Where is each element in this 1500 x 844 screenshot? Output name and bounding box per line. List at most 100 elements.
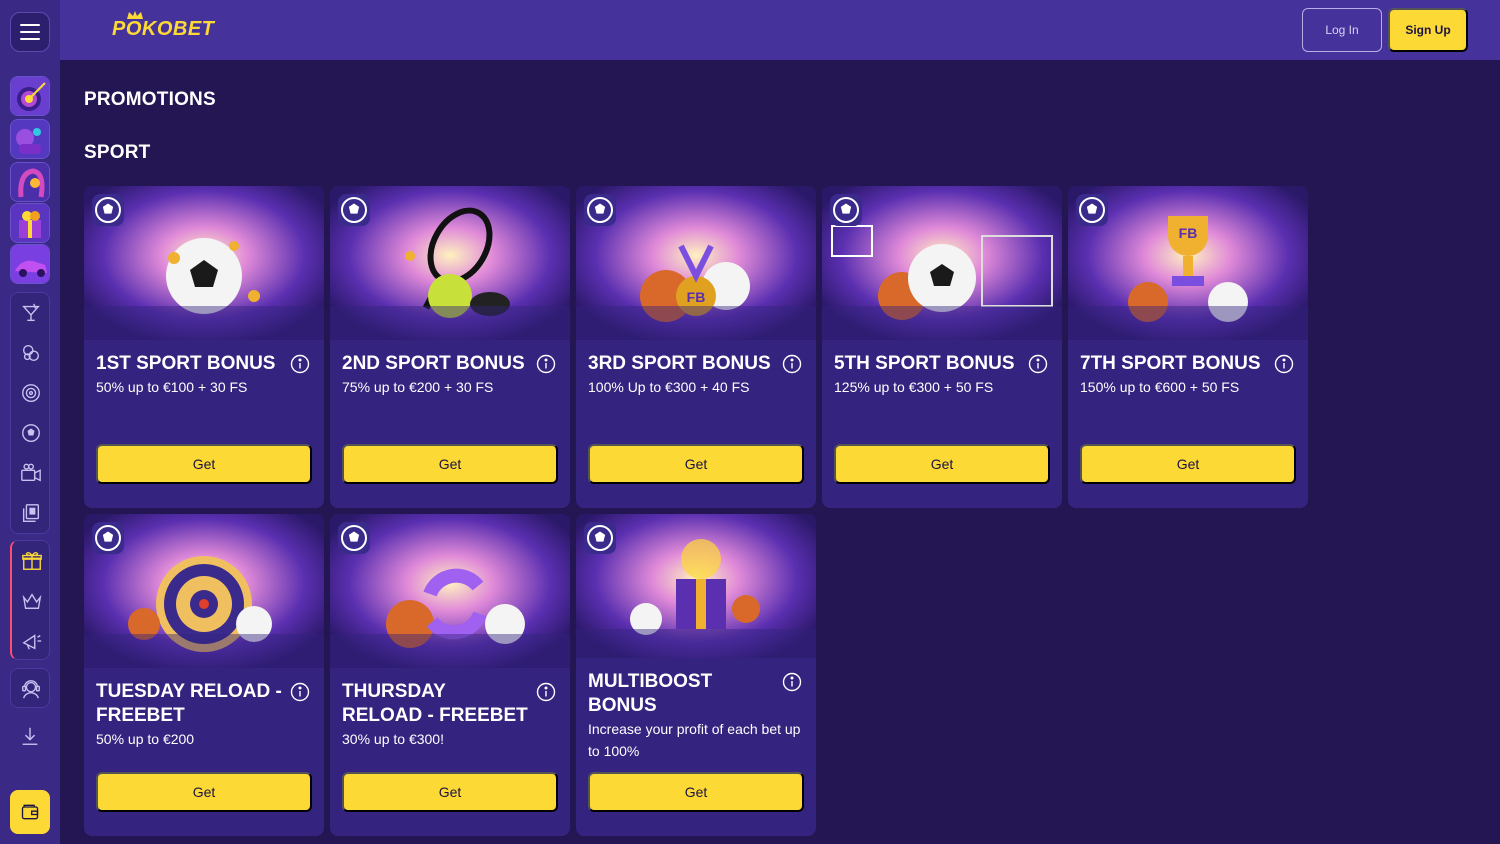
promo-card-body: 2ND SPORT BONUS 75% up to €200 + 30 FS G… bbox=[330, 340, 570, 508]
promo-card: FB 3RD SPORT BONUS 100% Up to €300 + 40 … bbox=[576, 186, 816, 508]
signup-button[interactable]: Sign Up bbox=[1388, 8, 1468, 52]
promo-card-image bbox=[84, 186, 324, 340]
get-button[interactable]: Get bbox=[588, 772, 804, 812]
section-title: SPORT bbox=[84, 142, 151, 163]
target-game-icon[interactable] bbox=[10, 76, 50, 116]
promo-card: 2ND SPORT BONUS 75% up to €200 + 30 FS G… bbox=[330, 186, 570, 508]
promo-card-image bbox=[576, 514, 816, 658]
get-button[interactable]: Get bbox=[834, 444, 1050, 484]
promo-subtitle: 75% up to €200 + 30 FS bbox=[342, 379, 494, 395]
promo-card-body: TUESDAY RELOAD - FREEBET 50% up to €200 … bbox=[84, 668, 324, 836]
svg-text:FB: FB bbox=[687, 289, 706, 305]
promo-card-image: FB bbox=[576, 186, 816, 340]
live-tv-icon[interactable] bbox=[11, 453, 51, 493]
roulette-icon[interactable] bbox=[11, 373, 51, 413]
top-header: POKOBET Log In Sign Up bbox=[60, 0, 1500, 60]
promo-card-body: 3RD SPORT BONUS 100% Up to €300 + 40 FS … bbox=[576, 340, 816, 508]
promo-title: TUESDAY RELOAD - FREEBET bbox=[96, 681, 282, 726]
promo-card-image bbox=[822, 186, 1062, 340]
promo-subtitle: 100% Up to €300 + 40 FS bbox=[588, 379, 750, 395]
menu-line bbox=[20, 38, 40, 40]
joystick-game-icon[interactable] bbox=[10, 119, 50, 159]
promo-card-image bbox=[330, 514, 570, 668]
promo-title: MULTIBOOST BONUS bbox=[588, 671, 713, 716]
promo-subtitle: 50% up to €200 bbox=[96, 731, 195, 747]
get-button[interactable]: Get bbox=[588, 444, 804, 484]
info-icon[interactable] bbox=[290, 682, 310, 702]
login-button[interactable]: Log In bbox=[1302, 8, 1382, 52]
promo-title: 2ND SPORT BONUS bbox=[342, 353, 525, 374]
soccer-ball-icon bbox=[830, 194, 862, 226]
nav-group-promo bbox=[10, 540, 50, 660]
promo-card: 1ST SPORT BONUS 50% up to €100 + 30 FS G… bbox=[84, 186, 324, 508]
soccer-ball-icon bbox=[338, 194, 370, 226]
promo-subtitle: 30% up to €300! bbox=[342, 731, 444, 747]
promo-card-body: THURSDAY RELOAD - FREEBET 30% up to €300… bbox=[330, 668, 570, 836]
get-button[interactable]: Get bbox=[342, 444, 558, 484]
soccer-ball-icon bbox=[584, 522, 616, 554]
crown-logo-icon bbox=[127, 11, 143, 19]
promo-subtitle: Increase your profit of each bet up to 1… bbox=[588, 721, 801, 759]
get-button[interactable]: Get bbox=[1080, 444, 1296, 484]
sidebar bbox=[0, 0, 60, 844]
nav-group-main bbox=[10, 292, 50, 534]
soccer-ball-icon bbox=[584, 194, 616, 226]
wallet-icon bbox=[21, 804, 39, 820]
promo-card-image: FB bbox=[1068, 186, 1308, 340]
gift-box-game-icon[interactable] bbox=[10, 203, 50, 243]
promo-card-body: MULTIBOOST BONUS Increase your profit of… bbox=[576, 658, 816, 836]
soccer-ball-icon bbox=[338, 522, 370, 554]
promo-card-image bbox=[330, 186, 570, 340]
info-icon[interactable] bbox=[290, 354, 310, 374]
promo-card-body: 5TH SPORT BONUS 125% up to €300 + 50 FS … bbox=[822, 340, 1062, 508]
info-icon[interactable] bbox=[1028, 354, 1048, 374]
promo-card: FB 7TH SPORT BONUS 150% up to €600 + 50 … bbox=[1068, 186, 1308, 508]
sports-balls-icon[interactable] bbox=[11, 333, 51, 373]
download-icon[interactable] bbox=[10, 716, 50, 756]
promo-card: MULTIBOOST BONUS Increase your profit of… bbox=[576, 514, 816, 836]
betslip-icon[interactable] bbox=[11, 493, 51, 533]
soccer-ball-icon bbox=[1076, 194, 1108, 226]
info-icon[interactable] bbox=[782, 672, 802, 692]
promo-card: THURSDAY RELOAD - FREEBET 30% up to €300… bbox=[330, 514, 570, 836]
info-icon[interactable] bbox=[536, 682, 556, 702]
cocktail-icon[interactable] bbox=[11, 293, 51, 333]
get-button[interactable]: Get bbox=[96, 772, 312, 812]
promo-subtitle: 50% up to €100 + 30 FS bbox=[96, 379, 248, 395]
svg-text:FB: FB bbox=[1179, 225, 1198, 241]
promo-title: 1ST SPORT BONUS bbox=[96, 353, 276, 374]
get-button[interactable]: Get bbox=[96, 444, 312, 484]
nav-group-support bbox=[10, 668, 50, 708]
promo-title: 5TH SPORT BONUS bbox=[834, 353, 1015, 374]
soccer-ball-icon bbox=[92, 194, 124, 226]
wallet-button[interactable] bbox=[10, 790, 50, 834]
promo-card: TUESDAY RELOAD - FREEBET 50% up to €200 … bbox=[84, 514, 324, 836]
gift-icon[interactable] bbox=[12, 541, 52, 581]
promo-card: 5TH SPORT BONUS 125% up to €300 + 50 FS … bbox=[822, 186, 1062, 508]
pokobet-logo[interactable]: POKOBET bbox=[112, 11, 215, 41]
crown-icon[interactable] bbox=[12, 581, 52, 621]
info-icon[interactable] bbox=[536, 354, 556, 374]
support-agent-icon[interactable] bbox=[11, 669, 51, 709]
info-icon[interactable] bbox=[782, 354, 802, 374]
megaphone-icon[interactable] bbox=[12, 621, 52, 661]
page-title: PROMOTIONS bbox=[84, 89, 216, 110]
promo-title: 7TH SPORT BONUS bbox=[1080, 353, 1261, 374]
logo-text: POKOBET bbox=[112, 18, 215, 40]
soccer-ball-icon bbox=[92, 522, 124, 554]
promo-card-body: 1ST SPORT BONUS 50% up to €100 + 30 FS G… bbox=[84, 340, 324, 508]
promo-subtitle: 150% up to €600 + 50 FS bbox=[1080, 379, 1240, 395]
promo-title: 3RD SPORT BONUS bbox=[588, 353, 771, 374]
menu-line bbox=[20, 31, 40, 33]
promo-title: THURSDAY RELOAD - FREEBET bbox=[342, 681, 528, 726]
promo-subtitle: 125% up to €300 + 50 FS bbox=[834, 379, 994, 395]
menu-line bbox=[20, 24, 40, 26]
soccer-ball-icon[interactable] bbox=[11, 413, 51, 453]
get-button[interactable]: Get bbox=[342, 772, 558, 812]
promo-card-image bbox=[84, 514, 324, 668]
info-icon[interactable] bbox=[1274, 354, 1294, 374]
car-game-icon[interactable] bbox=[10, 244, 50, 284]
promo-card-body: 7TH SPORT BONUS 150% up to €600 + 50 FS … bbox=[1068, 340, 1308, 508]
hamburger-menu-button[interactable] bbox=[10, 12, 50, 52]
horseshoe-game-icon[interactable] bbox=[10, 162, 50, 202]
